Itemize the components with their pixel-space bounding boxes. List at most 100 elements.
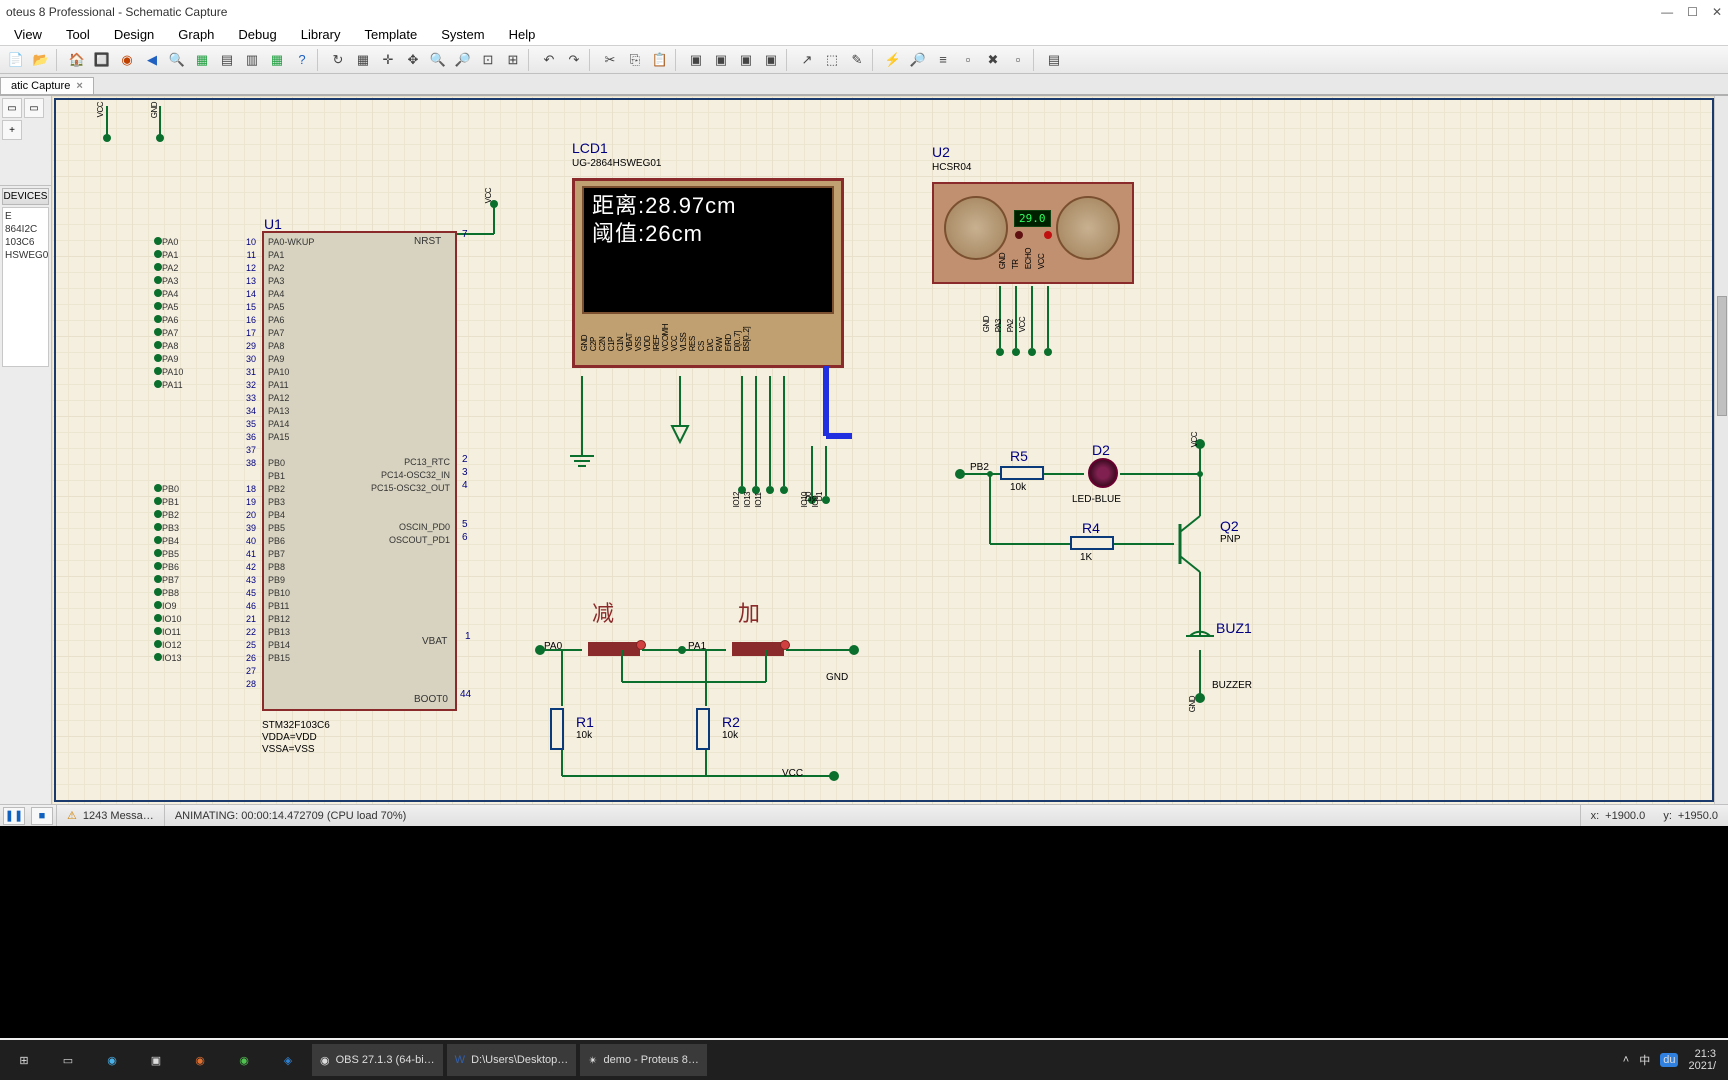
cut-icon[interactable]: ✂ [598,48,622,72]
copy-icon[interactable]: ⎘ [623,48,647,72]
task-obs[interactable]: ◉ OBS 27.1.3 (64-bi… [312,1044,443,1076]
list-item[interactable]: E [5,210,46,223]
zoom-all-icon[interactable]: ⊡ [476,48,500,72]
zoom-area-icon[interactable]: ⊞ [501,48,525,72]
firefox-icon[interactable]: ◉ [180,1044,220,1076]
pick-icon[interactable]: ↗ [795,48,819,72]
origin-icon[interactable]: ✛ [376,48,400,72]
zoom-in-icon[interactable]: 🔍 [426,48,450,72]
bom-icon[interactable]: ▦ [190,48,214,72]
gerber-icon[interactable]: 🔍 [165,48,189,72]
search-icon[interactable]: 🔎 [906,48,930,72]
tab-close-icon[interactable]: × [76,80,82,92]
pause-button[interactable]: ❚❚ [3,807,25,825]
arduino-icon[interactable]: ▥ [240,48,264,72]
pcb-icon[interactable]: ◉ [115,48,139,72]
maximize-icon[interactable]: ☐ [1687,5,1698,19]
undo-icon[interactable]: ↶ [537,48,561,72]
excel-icon[interactable]: ▦ [265,48,289,72]
block-delete-icon[interactable]: ▣ [759,48,783,72]
list-item[interactable]: HSWEG01 [5,249,46,262]
overview-icon-3[interactable]: + [2,120,22,140]
left-toolbox: ▭ ▭ + DEVICES E 864I2C 103C6 HSWEG01 [0,96,52,804]
edge-icon[interactable]: ◉ [92,1044,132,1076]
system-tray[interactable]: ˄ 中 du 21:3 2021/ [1623,1048,1724,1072]
start-button[interactable]: ⊞ [4,1044,44,1076]
exit-sheet-icon[interactable]: ▫ [1006,48,1030,72]
lcd-line1: 距离:28.97cm [592,192,824,220]
tab-schematic[interactable]: atic Capture × [0,77,94,94]
menu-library[interactable]: Library [291,25,351,44]
menu-template[interactable]: Template [354,25,427,44]
menu-design[interactable]: Design [104,25,164,44]
warning-icon[interactable]: ⚠ [67,809,77,822]
u1-left-inner: PA0-WKUPPA1PA2PA3PA4PA5PA6PA7PA8PA9PA10P… [268,236,314,665]
overview-icon-2[interactable]: ▭ [24,98,44,118]
new-sheet-icon[interactable]: ▫ [956,48,980,72]
menu-view[interactable]: View [4,25,52,44]
paste-icon[interactable]: 📋 [648,48,672,72]
net-pa0: PA0 [544,641,562,652]
code-icon[interactable]: ▤ [215,48,239,72]
tab-label: atic Capture [11,80,70,92]
animation-status: ANIMATING: 00:00:14.472709 (CPU load 70%… [175,810,407,822]
menu-system[interactable]: System [431,25,494,44]
u2-net: GND [982,316,991,332]
menu-tool[interactable]: Tool [56,25,100,44]
r2-body[interactable] [696,708,710,750]
menu-debug[interactable]: Debug [228,25,286,44]
block-copy-icon[interactable]: ▣ [684,48,708,72]
overview-icon[interactable]: ▭ [2,98,22,118]
decompose-icon[interactable]: ✎ [845,48,869,72]
redo-icon[interactable]: ↷ [562,48,586,72]
open-icon[interactable]: 📂 [29,48,53,72]
task-view-icon[interactable]: ▭ [48,1044,88,1076]
u1-right-mid: PC13_RTCPC14-OSC32_INPC15-OSC32_OUT [350,456,450,495]
grid-icon[interactable]: ▦ [351,48,375,72]
zoom-out-icon[interactable]: 🔎 [451,48,475,72]
u2-net: PA3 [994,316,1003,332]
devices-header: DEVICES [2,188,49,205]
list-item[interactable]: 864I2C [5,223,46,236]
delete-sheet-icon[interactable]: ✖ [981,48,1005,72]
vscode-icon[interactable]: ◈ [268,1044,308,1076]
schematic-canvas[interactable]: VCC GND VCC U1 STM32F103C6 VDDA=VDD VSSA… [52,96,1728,804]
menu-help[interactable]: Help [499,25,546,44]
home-icon[interactable]: 🏠 [65,48,89,72]
minimize-icon[interactable]: — [1661,5,1673,19]
ime-icon[interactable]: 中 [1639,1052,1650,1068]
wechat-icon[interactable]: ◉ [224,1044,264,1076]
help-icon[interactable]: ? [290,48,314,72]
r1-body[interactable] [550,708,564,750]
bom-report-icon[interactable]: ▤ [1042,48,1066,72]
new-icon[interactable]: 📄 [4,48,28,72]
wire-auto-icon[interactable]: ⚡ [881,48,905,72]
refresh-icon[interactable]: ↻ [326,48,350,72]
lcd-net: IO10 [800,492,809,507]
lcd-screen: 距离:28.97cm 阈值:26cm [582,186,834,314]
pan-icon[interactable]: ✥ [401,48,425,72]
buz-ref: BUZ1 [1216,620,1252,636]
status-bar: ❚❚ ■ ⚠ 1243 Messa… ANIMATING: 00:00:14.4… [0,804,1728,826]
property-icon[interactable]: ≡ [931,48,955,72]
devices-list[interactable]: E 864I2C 103C6 HSWEG01 [2,207,49,367]
tray-chevron-icon[interactable]: ˄ [1623,1054,1629,1066]
block-move-icon[interactable]: ▣ [709,48,733,72]
schematic-icon[interactable]: 🔲 [90,48,114,72]
stop-button[interactable]: ■ [31,807,53,825]
terminal-icon[interactable]: ▣ [136,1044,176,1076]
vertical-scrollbar[interactable] [1714,96,1728,804]
baidu-icon[interactable]: du [1660,1053,1678,1067]
close-icon[interactable]: ✕ [1712,5,1722,19]
window-title: oteus 8 Professional - Schematic Capture [6,5,227,19]
menu-graph[interactable]: Graph [168,25,224,44]
u2-net: PA2 [1006,316,1015,332]
package-icon[interactable]: ⬚ [820,48,844,72]
list-item[interactable]: 103C6 [5,236,46,249]
task-word[interactable]: W D:\Users\Desktop… [447,1044,577,1076]
block-rotate-icon[interactable]: ▣ [734,48,758,72]
u1-osc: OSCIN_PD0OSCOUT_PD1 [362,521,450,547]
messages-count[interactable]: 1243 Messa… [83,810,154,822]
task-proteus[interactable]: ✴ demo - Proteus 8… [580,1044,707,1076]
3d-icon[interactable]: ◀ [140,48,164,72]
